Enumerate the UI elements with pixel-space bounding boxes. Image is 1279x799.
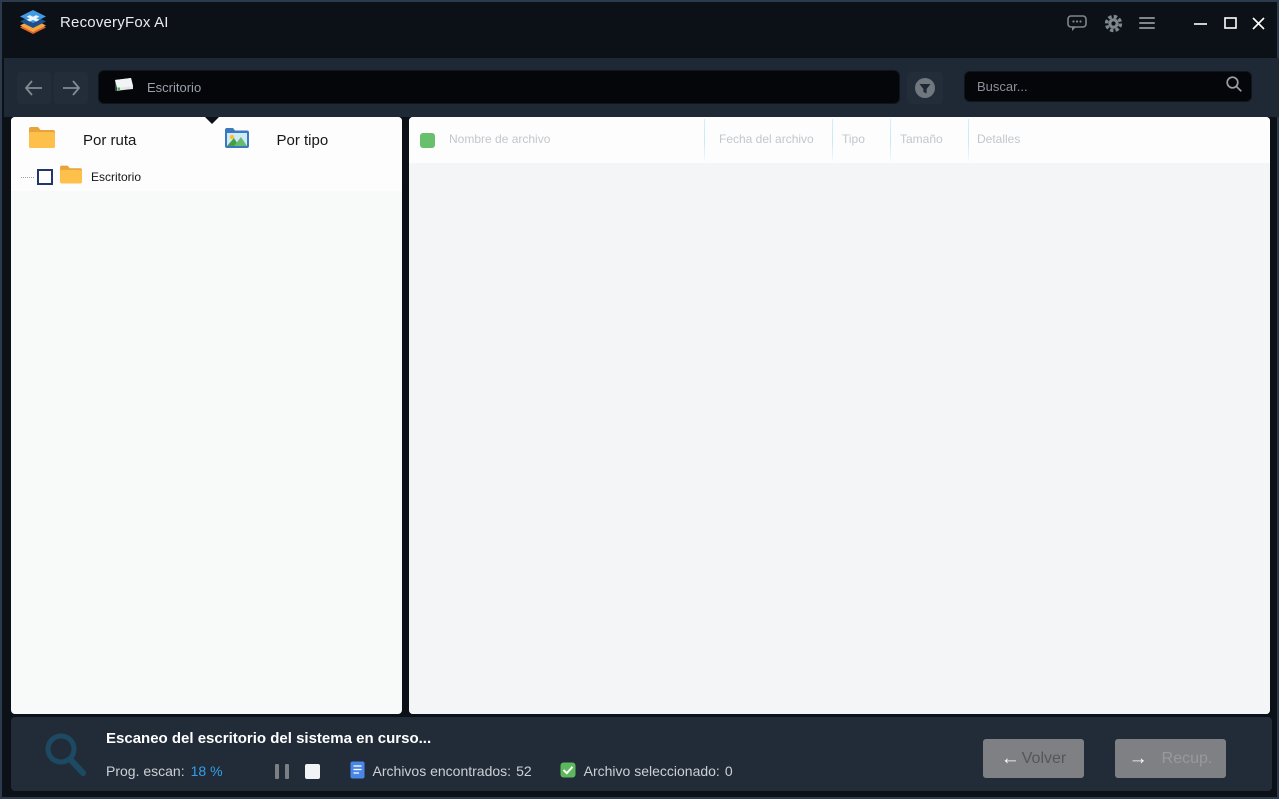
- back-arrow-button[interactable]: [17, 72, 51, 104]
- maximize-button[interactable]: [1216, 10, 1244, 36]
- tree-item-label: Escritorio: [91, 170, 142, 184]
- app-title: RecoveryFox AI: [60, 14, 169, 31]
- stop-button[interactable]: [304, 763, 320, 779]
- progress-label: Prog. escan:: [106, 763, 185, 779]
- search-icon[interactable]: [1225, 75, 1243, 98]
- filter-icon[interactable]: [907, 72, 943, 104]
- column-header-name[interactable]: Nombre de archivo: [449, 132, 550, 146]
- column-header-date[interactable]: Fecha del archivo: [719, 132, 814, 146]
- column-header-type[interactable]: Tipo: [842, 132, 865, 146]
- scan-status-title: Escaneo del escritorio del sistema en cu…: [106, 730, 432, 747]
- tree-item-escritorio[interactable]: Escritorio: [11, 163, 402, 191]
- search-input[interactable]: [977, 79, 1225, 94]
- column-separator: [832, 119, 833, 161]
- select-all-checkbox[interactable]: [420, 133, 435, 148]
- column-header-details[interactable]: Detalles: [977, 132, 1020, 146]
- app-window: RecoveryFox AI Escritorio Buscar... Por …: [0, 0, 1279, 799]
- status-bar: Escaneo del escritorio del sistema en cu…: [11, 717, 1272, 791]
- selected-files-value: 0: [724, 763, 733, 779]
- files-found-icon: [350, 761, 365, 782]
- tree-item-checkbox[interactable]: [37, 169, 53, 185]
- tree-panel: Por ruta Por tipo Escritorio: [11, 117, 402, 714]
- recover-button-label: Recup.: [1161, 749, 1213, 767]
- navigation-bar: [4, 58, 1279, 117]
- path-field[interactable]: [98, 70, 900, 104]
- progress-value: 18 %: [190, 763, 223, 779]
- table-header: Nombre de archivo Fecha del archivo Tipo…: [409, 117, 1270, 163]
- selected-files-label: Archivo seleccionado:: [583, 763, 720, 779]
- back-button-label: Volver: [1021, 749, 1067, 767]
- path-input[interactable]: [147, 79, 847, 95]
- recover-button[interactable]: → Recup.: [1115, 739, 1226, 778]
- column-header-size[interactable]: Tamaño: [900, 132, 943, 146]
- menu-icon[interactable]: [1135, 12, 1159, 34]
- drive-icon: [111, 77, 135, 98]
- tab-by-path[interactable]: Por ruta: [11, 117, 207, 163]
- settings-gear-icon[interactable]: [1101, 12, 1125, 34]
- app-logo-icon: [16, 7, 50, 41]
- tab-by-path-label: Por ruta: [83, 131, 137, 149]
- close-button[interactable]: [1244, 10, 1272, 36]
- column-separator: [968, 119, 969, 161]
- file-list-panel: Nombre de archivo Fecha del archivo Tipo…: [409, 117, 1270, 714]
- feedback-icon[interactable]: [1065, 12, 1089, 34]
- folder-icon: [58, 164, 84, 190]
- tab-by-type-label: Por tipo: [276, 131, 329, 149]
- tab-by-type[interactable]: Por tipo: [207, 117, 403, 163]
- tab-divider-notch: [205, 117, 219, 124]
- files-found-label: Archivos encontrados:: [372, 763, 512, 779]
- right-arrow-icon: →: [1128, 748, 1148, 769]
- title-bar: RecoveryFox AI: [2, 2, 1277, 58]
- folder-icon: [27, 125, 57, 155]
- scan-status-row: Prog. escan: 18 % Archivos encontrados: …: [106, 761, 733, 781]
- files-found-value: 52: [516, 763, 532, 779]
- image-type-icon: [223, 126, 251, 155]
- table-body-empty: [409, 163, 1270, 714]
- scanning-magnifier-icon: [41, 730, 91, 785]
- selected-files-icon: [560, 762, 576, 781]
- search-field[interactable]: [964, 71, 1252, 102]
- forward-arrow-button[interactable]: [54, 72, 88, 104]
- tree-connector: [21, 176, 34, 178]
- minimize-button[interactable]: [1186, 10, 1214, 36]
- pause-button[interactable]: [274, 763, 289, 779]
- left-arrow-icon: ←: [1000, 748, 1020, 769]
- column-separator: [890, 119, 891, 161]
- back-button[interactable]: ← Volver: [983, 739, 1084, 778]
- column-separator: [704, 119, 705, 161]
